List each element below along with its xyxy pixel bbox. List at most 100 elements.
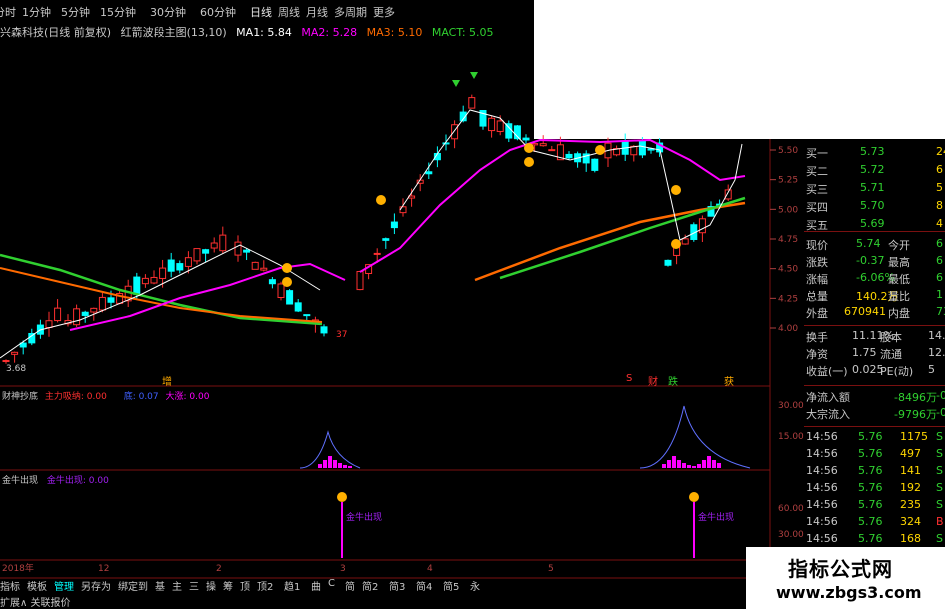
bottom-tab-2[interactable]: 管理 [54, 578, 74, 593]
down-arrow-icon [452, 80, 460, 87]
sub1-bar [667, 460, 671, 468]
candle [320, 326, 328, 334]
bottom-tab-17[interactable]: 简3 [389, 578, 405, 593]
sub1-bar [692, 466, 696, 468]
stat-value: 14.9 [928, 329, 945, 342]
candle [193, 248, 201, 262]
candle [373, 252, 381, 255]
watermark: 指标公式网 www.zbgs3.com [746, 547, 945, 609]
candle [167, 259, 175, 272]
quote-value: 6 [936, 254, 943, 267]
bottom-tab-12[interactable]: 趋1 [284, 578, 300, 593]
sub1-bar [682, 463, 686, 468]
quote-value: 1 [936, 288, 943, 301]
date-label: 5 [548, 564, 554, 574]
flow-label: 大宗流入 [806, 408, 850, 421]
sub1-name[interactable]: 财神抄底 [2, 392, 38, 402]
quote-value: 6 [936, 237, 943, 250]
bottom-tab-15[interactable]: 简 [345, 578, 355, 593]
orderbook-volume: 24 [936, 145, 945, 158]
bottom-tab-20[interactable]: 永 [470, 578, 480, 593]
tick-price: 5.76 [858, 447, 883, 460]
sub1-main-in: 主力吸纳: 0.00 [44, 392, 107, 402]
sub1-dazhang: 大涨: 0.00 [165, 392, 210, 402]
sub1-bar [662, 464, 666, 468]
candle [28, 332, 36, 344]
tick-price: 5.76 [858, 430, 883, 443]
panel-divider [804, 231, 945, 232]
tick-volume: 497 [900, 447, 921, 460]
bottom-tab-3[interactable]: 另存为 [81, 578, 111, 593]
tick-side: S [936, 481, 943, 494]
candle [286, 290, 294, 305]
tick-volume: 1175 [900, 430, 928, 443]
candle [539, 143, 547, 147]
ma-green-line [0, 253, 323, 326]
bottom-tab-0[interactable]: 指标 [0, 578, 20, 593]
candle [591, 158, 599, 171]
bottom-tab-16[interactable]: 简2 [362, 578, 378, 593]
bottom-tab-14[interactable]: C [328, 578, 335, 589]
candle [451, 124, 459, 140]
orderbook-price: 5.73 [860, 145, 885, 158]
bottom-tab-19[interactable]: 简5 [443, 578, 459, 593]
bottom-tab-13[interactable]: 曲 [311, 578, 321, 593]
orderbook-volume: 8 [936, 199, 943, 212]
signal-icon [524, 157, 534, 167]
tick-price: 5.76 [858, 481, 883, 494]
bottom-tab-7[interactable]: 三 [189, 578, 199, 593]
candle [548, 149, 556, 152]
candle [176, 263, 184, 271]
sub2-marker-label: 金牛出现 [698, 511, 734, 523]
watermark-url: www.zbgs3.com [776, 583, 922, 602]
tag-s: S [626, 373, 633, 384]
sub1-bar [697, 464, 701, 468]
candle [45, 320, 53, 329]
bottom-tab-4[interactable]: 绑定到 [118, 578, 148, 593]
candle [638, 139, 646, 156]
tick-volume: 168 [900, 532, 921, 545]
panel-divider [804, 325, 945, 326]
candle [202, 249, 210, 254]
bottom-tab-8[interactable]: 操 [206, 578, 216, 593]
bottom-expand[interactable]: 扩展∧ 关联报价 [0, 594, 71, 609]
candle [234, 241, 242, 256]
date-label: 2 [216, 564, 222, 574]
candle [2, 360, 10, 363]
candle [303, 314, 311, 317]
stat-label: 收益(一) [806, 365, 848, 378]
signal-icon [282, 277, 292, 287]
candle [11, 351, 19, 355]
tick-side: S [936, 430, 943, 443]
bottom-tab-11[interactable]: 顶2 [257, 578, 273, 593]
bottom-tab-10[interactable]: 顶 [240, 578, 250, 593]
candle [268, 279, 276, 285]
panel-divider [804, 426, 945, 427]
quote-value: -0.37 [856, 254, 885, 267]
stat-label: 净资 [806, 348, 828, 361]
tick-volume: 192 [900, 481, 921, 494]
bottom-tab-6[interactable]: 主 [172, 578, 182, 593]
bottom-tab-9[interactable]: 筹 [223, 578, 233, 593]
bottom-tab-1[interactable]: 模板 [27, 578, 47, 593]
tag-cai: 财 [648, 377, 658, 388]
bottom-tab-5[interactable]: 基 [155, 578, 165, 593]
orderbook-volume: 4 [936, 217, 943, 230]
signal-icon [376, 195, 386, 205]
flow-value: -9796万 [894, 408, 937, 421]
candle [496, 120, 504, 132]
candle [664, 259, 672, 266]
sub1-bar [318, 464, 322, 468]
sub1-bar [677, 460, 681, 468]
tick-volume: 141 [900, 464, 921, 477]
sub1-di: 底: 0.07 [123, 392, 159, 402]
candle [565, 153, 573, 159]
candle [260, 267, 268, 271]
bottom-tab-18[interactable]: 简4 [416, 578, 432, 593]
quote-value: 7317 [936, 305, 945, 318]
quote-label: 量比 [888, 290, 910, 303]
flow-value: -8496万 [894, 391, 937, 404]
sub2-name[interactable]: 金牛出现 [2, 476, 38, 486]
sub1-bar [348, 466, 352, 468]
signal-icon [524, 143, 534, 153]
